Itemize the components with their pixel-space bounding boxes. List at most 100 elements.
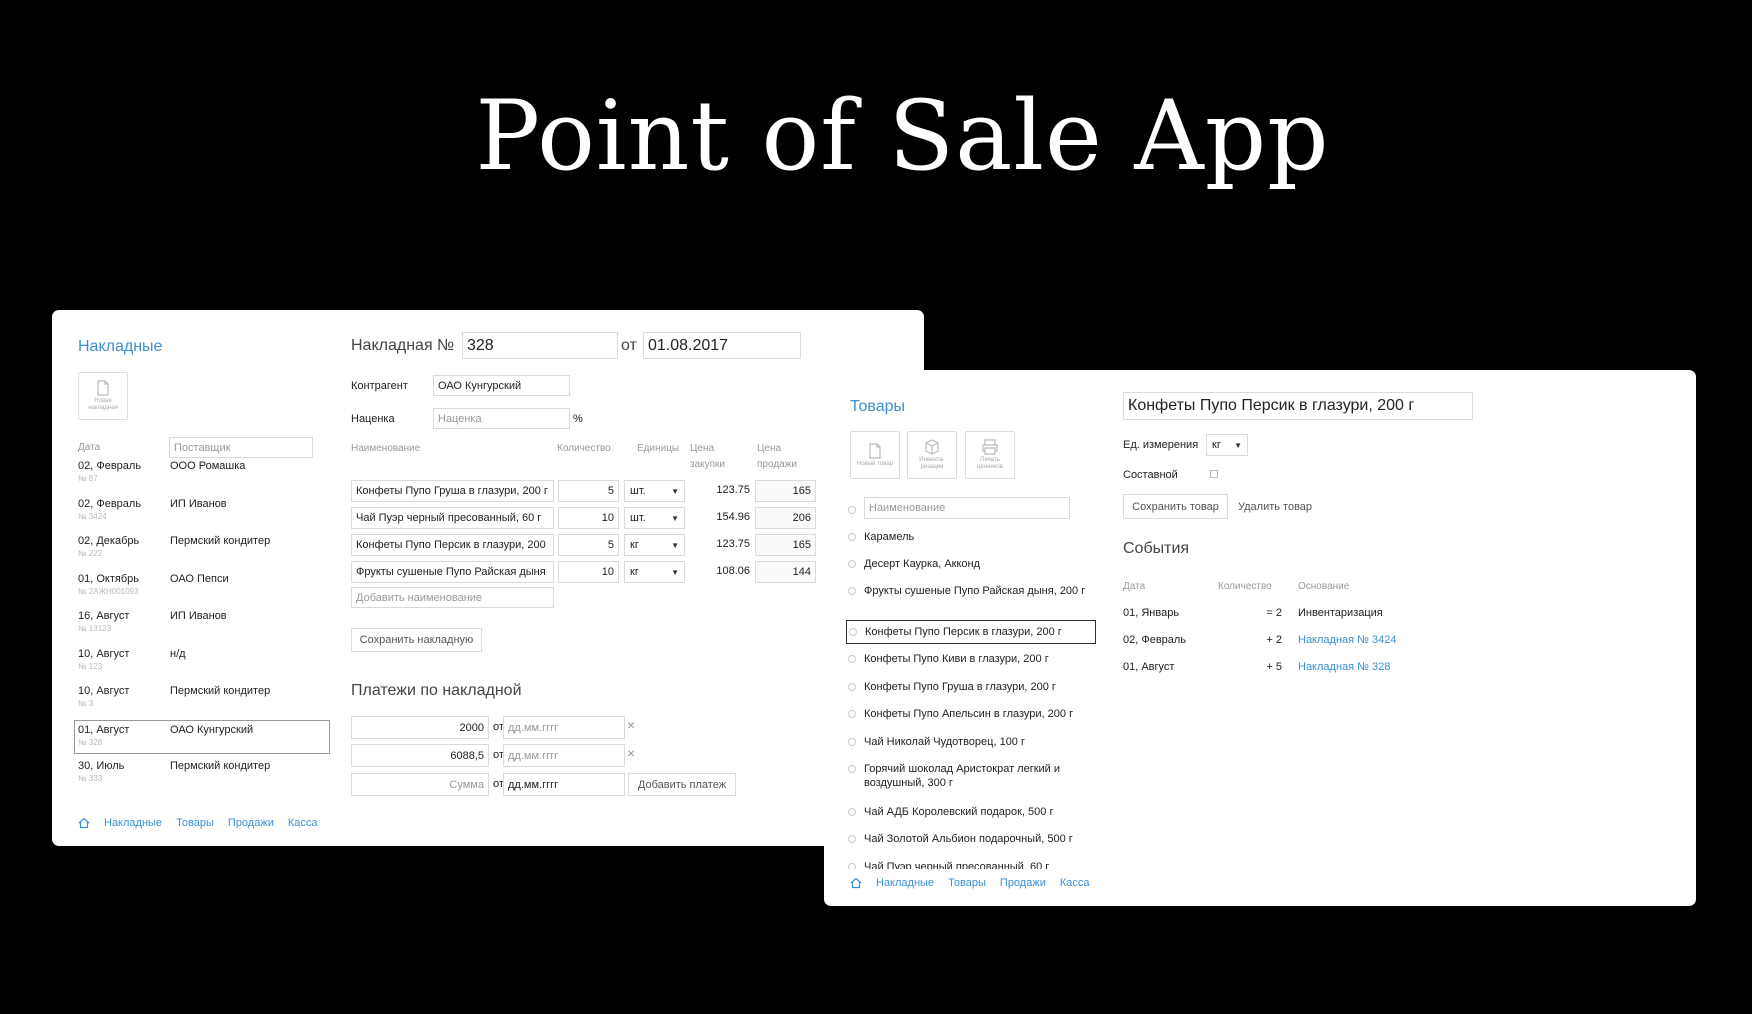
- invoice-list-item[interactable]: 10, Август № 123 н/д: [78, 645, 330, 679]
- unit-select[interactable]: кг ▼: [1206, 434, 1248, 456]
- product-name: Десерт Каурка, Акконд: [864, 558, 981, 570]
- product-name: Карамель: [864, 531, 915, 543]
- invoice-list-item[interactable]: 01, Октябрь № 2АЖН001093 ОАО Пепси: [78, 570, 330, 604]
- invoices-window: Накладные Новая накладная Дата Поставщик…: [52, 310, 924, 846]
- print-tags-button[interactable]: Печать ценников: [965, 431, 1015, 479]
- product-list-item[interactable]: Чай Николай Чудотворец, 100 г: [846, 735, 1096, 749]
- invoice-list-item[interactable]: 02, Февраль № 3424 ИП Иванов: [78, 495, 330, 529]
- payment-remove-icon[interactable]: ×: [627, 717, 635, 733]
- item-qty-input[interactable]: 10: [558, 561, 619, 583]
- radio-icon: [848, 835, 856, 843]
- supplier-filter-input[interactable]: Поставщик: [169, 437, 313, 458]
- item-buy-price: 154.96: [716, 511, 750, 523]
- invoice-supplier: ИП Иванов: [170, 610, 227, 622]
- item-unit-select[interactable]: кг ▼: [624, 561, 685, 583]
- invoice-list-item[interactable]: 30, Июль № 333 Пермский кондитер: [78, 757, 330, 791]
- th-qty: Количество: [557, 443, 611, 454]
- payment-amount-new[interactable]: Сумма: [351, 773, 489, 796]
- event-reason-link[interactable]: Накладная № 328: [1298, 661, 1390, 673]
- radio-icon: [848, 655, 856, 663]
- counterparty-input[interactable]: ОАО Кунгурский: [433, 375, 570, 396]
- product-list-item[interactable]: Конфеты Пупо Груша в глазури, 200 г: [846, 680, 1096, 694]
- item-qty-input[interactable]: 10: [558, 507, 619, 529]
- payment-date-2[interactable]: дд.мм.гггг: [503, 744, 625, 767]
- nav-goods[interactable]: Товары: [176, 817, 214, 829]
- product-name: Фрукты сушеные Пупо Райская дыня, 200 г: [864, 585, 1086, 597]
- invoice-list-item[interactable]: 16, Август № 13123 ИП Иванов: [78, 607, 330, 641]
- item-name-input[interactable]: Чай Пуэр черный пресованный, 60 г: [351, 507, 554, 529]
- delete-product-button[interactable]: Удалить товар: [1238, 501, 1312, 513]
- nav-cash[interactable]: Касса: [1060, 877, 1090, 889]
- product-list-item[interactable]: Конфеты Пупо Киви в глазури, 200 г: [846, 652, 1096, 666]
- nav-goods[interactable]: Товары: [948, 877, 986, 889]
- item-name-input[interactable]: Конфеты Пупо Груша в глазури, 200 г: [351, 480, 554, 502]
- product-list-item[interactable]: Десерт Каурка, Акконд: [846, 557, 1096, 571]
- add-item-input[interactable]: Добавить наименование: [351, 587, 554, 608]
- payment-remove-icon[interactable]: ×: [627, 745, 635, 761]
- product-list-item[interactable]: Конфеты Пупо Апельсин в глазури, 200 г: [846, 707, 1096, 721]
- inventory-button[interactable]: Инвента-ризация: [907, 431, 957, 479]
- th-sell: Цена: [757, 443, 782, 454]
- document-icon: [869, 442, 881, 459]
- item-qty-input[interactable]: 5: [558, 480, 619, 502]
- invoice-list-item[interactable]: 10, Август № 3 Пермский кондитер: [78, 682, 330, 716]
- product-list-item[interactable]: Горячий шоколад Аристократ легкий и возд…: [846, 762, 1096, 790]
- invoice-number-input[interactable]: 328: [462, 332, 618, 359]
- nav-sales[interactable]: Продажи: [228, 817, 274, 829]
- invoice-supplier: ОАО Кунгурский: [170, 723, 254, 736]
- product-search-input[interactable]: Наименование: [864, 497, 1070, 519]
- item-unit-select[interactable]: кг ▼: [624, 534, 685, 556]
- payment-date-new[interactable]: дд.мм.гггг: [503, 773, 625, 796]
- item-qty-input[interactable]: 5: [558, 534, 619, 556]
- item-name-input[interactable]: Конфеты Пупо Персик в глазури, 200: [351, 534, 554, 556]
- product-list-item[interactable]: Карамель: [846, 530, 1096, 544]
- payment-date-1[interactable]: дд.мм.гггг: [503, 716, 625, 739]
- add-payment-button[interactable]: Добавить платеж: [628, 773, 736, 796]
- product-list-item[interactable]: Конфеты Пупо Персик в глазури, 200 г: [846, 620, 1096, 644]
- payment-amount-2[interactable]: 6088,5: [351, 744, 489, 767]
- product-name: Конфеты Пупо Апельсин в глазури, 200 г: [864, 708, 1074, 720]
- nav-invoices[interactable]: Накладные: [104, 817, 162, 829]
- product-list-item[interactable]: Чай Золотой Альбион подарочный, 500 г: [846, 832, 1096, 846]
- payments-title: Платежи по накладной: [351, 682, 522, 699]
- product-list-item[interactable]: Фрукты сушеные Пупо Райская дыня, 200 г: [846, 584, 1096, 598]
- item-sell-price-input[interactable]: 144: [755, 561, 816, 583]
- item-sell-price-input[interactable]: 165: [755, 534, 816, 556]
- invoice-number: № 13123: [78, 624, 112, 633]
- item-unit-select[interactable]: шт. ▼: [624, 480, 685, 502]
- new-invoice-button[interactable]: Новая накладная: [78, 372, 128, 420]
- save-product-button[interactable]: Сохранить товар: [1123, 494, 1228, 519]
- home-icon[interactable]: [850, 877, 862, 889]
- nav-sales[interactable]: Продажи: [1000, 877, 1046, 889]
- item-name-input[interactable]: Фрукты сушеные Пупо Райская дыня: [351, 561, 554, 583]
- goods-title: Товары: [850, 398, 906, 415]
- new-product-button[interactable]: Новый товар: [850, 431, 900, 479]
- th-units: Единицы: [637, 443, 680, 454]
- invoice-list-item[interactable]: 02, Декабрь № 222 Пермский кондитер: [78, 532, 330, 566]
- item-sell-price-input[interactable]: 206: [755, 507, 816, 529]
- product-list-item[interactable]: Чай Пуэр черный пресованный, 60 г: [846, 860, 1096, 869]
- item-unit-value: шт.: [630, 485, 646, 497]
- product-name: Чай Золотой Альбион подарочный, 500 г: [864, 833, 1073, 845]
- product-list-item[interactable]: Чай АДБ Королевский подарок, 500 г: [846, 805, 1096, 819]
- payment-amount-1[interactable]: 2000: [351, 716, 489, 739]
- save-invoice-button[interactable]: Сохранить накладную: [351, 628, 482, 652]
- item-unit-select[interactable]: шт. ▼: [624, 507, 685, 529]
- nav-cash[interactable]: Касса: [288, 817, 318, 829]
- counterparty-label: Контрагент: [351, 380, 408, 392]
- item-sell-price-input[interactable]: 165: [755, 480, 816, 502]
- chevron-down-icon: ▼: [671, 486, 679, 496]
- composite-checkbox[interactable]: [1210, 470, 1218, 478]
- invoice-date-from-label: от: [621, 337, 637, 354]
- invoice-number: № 222: [78, 549, 103, 558]
- markup-input[interactable]: Наценка: [433, 408, 570, 429]
- nav-invoices[interactable]: Накладные: [876, 877, 934, 889]
- invoice-list-item[interactable]: 02, Февраль № 87 ООО Ромашка: [78, 457, 330, 491]
- event-reason-link[interactable]: Накладная № 3424: [1298, 634, 1396, 646]
- invoice-date-input[interactable]: 01.08.2017: [643, 332, 801, 359]
- invoice-list-item[interactable]: 01, Август № 328 ОАО Кунгурский: [74, 719, 330, 754]
- radio-icon: [848, 710, 856, 718]
- home-icon[interactable]: [78, 817, 90, 829]
- product-name-input[interactable]: Конфеты Пупо Персик в глазури, 200 г: [1123, 392, 1473, 420]
- invoice-number: № 333: [78, 774, 103, 783]
